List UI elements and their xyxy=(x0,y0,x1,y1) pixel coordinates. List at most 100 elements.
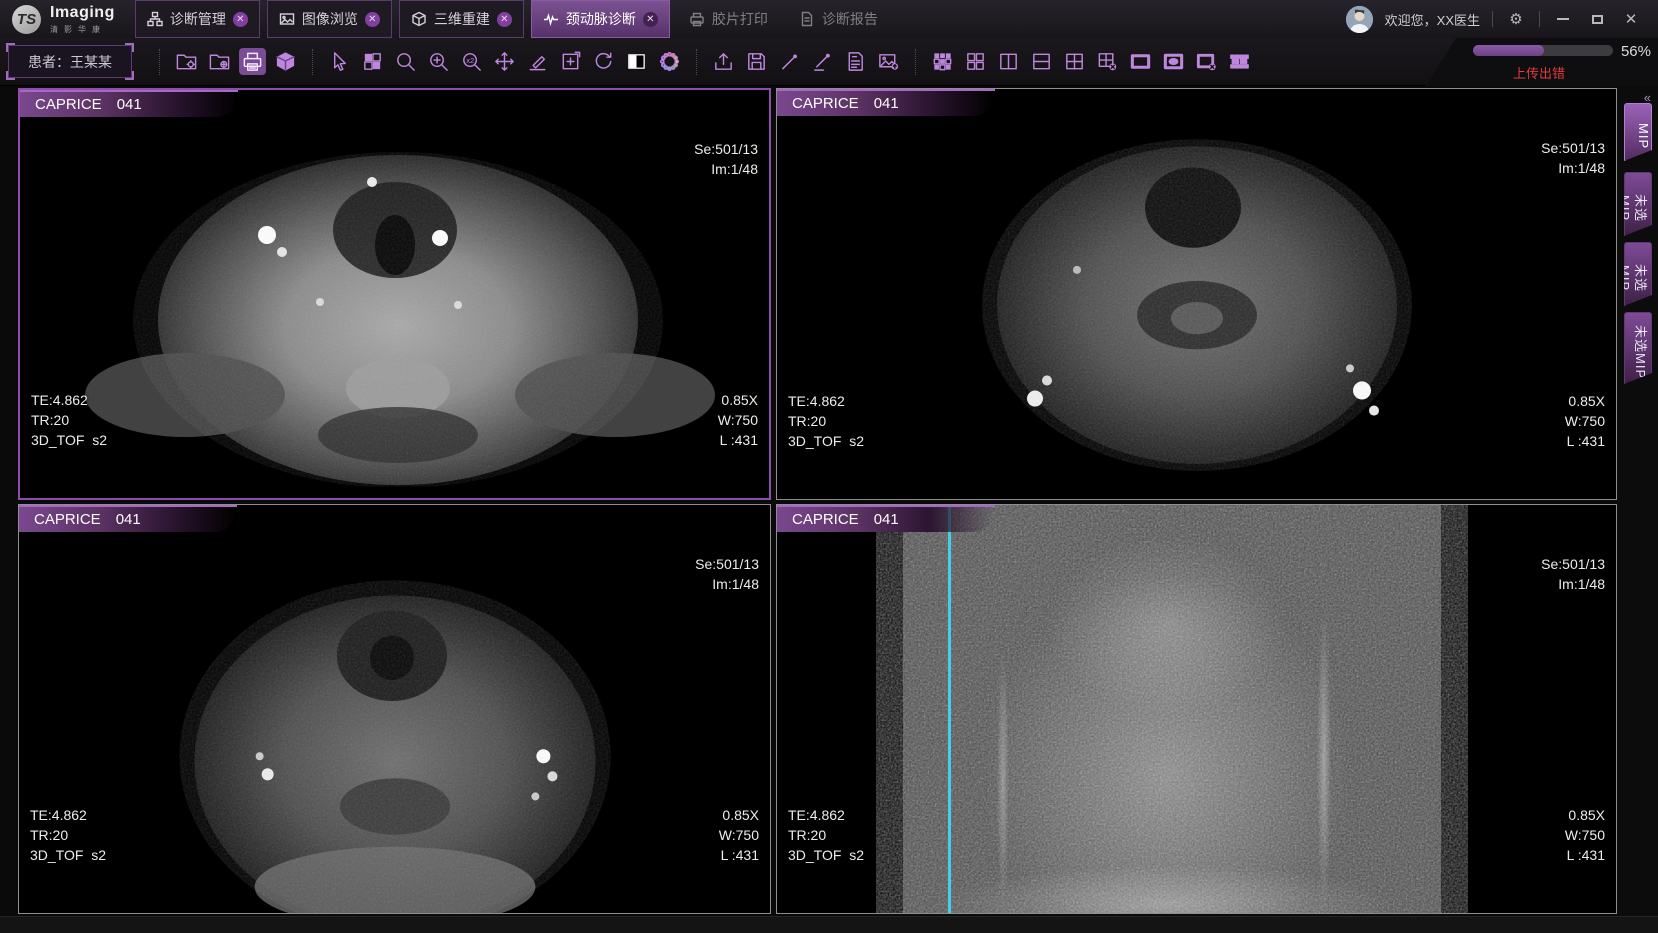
upload-percent: 56% xyxy=(1621,43,1651,60)
close-icon[interactable]: ✕ xyxy=(497,12,512,27)
sidebar-tab-unselected-mip-2[interactable]: 未选MIP xyxy=(1624,242,1652,306)
rect-remove-icon[interactable] xyxy=(1193,48,1220,75)
sidebar-tab-unselected-mip-1[interactable]: 未选MIP xyxy=(1624,172,1652,236)
series-ribbon: CAPRICE 041 xyxy=(20,90,238,117)
overlay-display-info: 0.85XW:750L :431 xyxy=(1565,765,1605,905)
layout-quad-icon[interactable] xyxy=(962,48,989,75)
checkerboard-layout-icon[interactable] xyxy=(359,48,386,75)
tab-label: 颈动脉诊断 xyxy=(566,9,636,29)
add-frame-icon[interactable] xyxy=(557,48,584,75)
overlay-display-info: 0.85XW:750L :431 xyxy=(1565,351,1605,491)
mri-image-mip xyxy=(777,505,1616,913)
overlay-acquisition-info: TE:4.862TR:203D_TOF s2 xyxy=(30,765,106,905)
color-wheel-icon[interactable] xyxy=(656,48,683,75)
image-export-icon[interactable] xyxy=(875,48,902,75)
upload-progress-bar xyxy=(1473,45,1613,56)
viewport-panel-1[interactable]: CAPRICE 041 Se:501/13Im:1/48 TE:4.862TR:… xyxy=(18,88,771,500)
overlay-display-info: 0.85XW:750L :431 xyxy=(719,765,759,905)
series-number: 041 xyxy=(117,96,142,113)
series-title: CAPRICE xyxy=(34,511,101,528)
toolbar: 患者：王某某 x2 xyxy=(0,38,1658,86)
open-folder-add-icon[interactable] xyxy=(206,48,233,75)
rotate-icon[interactable] xyxy=(590,48,617,75)
mri-image-axial-2 xyxy=(777,89,1616,499)
maximize-icon[interactable] xyxy=(1586,8,1608,30)
bottom-strip xyxy=(0,916,1658,933)
sidebar-tab-mip[interactable]: MIP xyxy=(1624,103,1652,161)
sidebar-tab-unselected-mip-3[interactable]: 未选MIP xyxy=(1624,312,1652,384)
tab-film-print: 胶片打印 xyxy=(677,0,780,38)
grid-3x3-icon[interactable] xyxy=(929,48,956,75)
grid-remove-icon[interactable] xyxy=(1094,48,1121,75)
probe-icon[interactable] xyxy=(776,48,803,75)
pan-icon[interactable] xyxy=(491,48,518,75)
series-ribbon: CAPRICE 041 xyxy=(777,89,995,116)
main-tabs: 诊断管理 ✕ 图像浏览 ✕ 三维重建 ✕ 颈动脉诊断 ✕ 胶片打印 xyxy=(135,0,897,38)
titlebar: TS Imaging 清影华康 诊断管理 ✕ 图像浏览 ✕ 三维重建 ✕ xyxy=(0,0,1658,38)
viewport-panel-3[interactable]: CAPRICE 041 Se:501/13Im:1/48 TE:4.862TR:… xyxy=(18,504,771,914)
series-number: 041 xyxy=(874,511,899,528)
measure-pencil-icon[interactable] xyxy=(524,48,551,75)
tab-label: 胶片打印 xyxy=(712,9,768,29)
window-close-icon[interactable]: ✕ xyxy=(1620,8,1642,30)
welcome-text: 欢迎您，XX医生 xyxy=(1385,10,1480,29)
overlay-series-info: Se:501/13Im:1/48 xyxy=(1541,514,1605,634)
magnifier-icon[interactable] xyxy=(392,48,419,75)
tab-carotid-diagnosis[interactable]: 颈动脉诊断 ✕ xyxy=(531,0,670,38)
viewport-panel-2[interactable]: CAPRICE 041 Se:501/13Im:1/48 TE:4.862TR:… xyxy=(776,88,1617,500)
close-icon[interactable]: ✕ xyxy=(233,12,248,27)
tab-diagnosis-report: 诊断报告 xyxy=(787,0,890,38)
tab-label: 诊断报告 xyxy=(822,9,878,29)
tab-image-browse[interactable]: 图像浏览 ✕ xyxy=(267,0,392,38)
probe-line-icon[interactable] xyxy=(809,48,836,75)
patient-label: 患者：王某某 xyxy=(28,52,112,72)
report-add-icon[interactable] xyxy=(842,48,869,75)
overlay-acquisition-info: TE:4.862TR:203D_TOF s2 xyxy=(31,350,107,490)
zoom-in-icon[interactable] xyxy=(425,48,452,75)
overlay-series-info: Se:501/13Im:1/48 xyxy=(695,514,759,634)
print-icon[interactable] xyxy=(239,48,266,75)
collapse-chevrons-icon[interactable]: « xyxy=(1644,90,1649,105)
app-name: Imaging xyxy=(50,4,115,22)
waveform-icon xyxy=(543,11,559,27)
app-logo: TS Imaging 清影华康 xyxy=(0,0,129,38)
upload-icon[interactable] xyxy=(710,48,737,75)
overlay-series-info: Se:501/13Im:1/48 xyxy=(694,99,758,219)
open-folder-settings-icon[interactable] xyxy=(173,48,200,75)
ellipse-roi-icon[interactable] xyxy=(1160,48,1187,75)
save-icon[interactable] xyxy=(743,48,770,75)
layout-rows-icon[interactable] xyxy=(1028,48,1055,75)
rect-roi-icon[interactable] xyxy=(1127,48,1154,75)
report-icon xyxy=(799,11,815,27)
cube-3d-icon[interactable] xyxy=(272,48,299,75)
window-level-icon[interactable] xyxy=(623,48,650,75)
logo-mark-icon: TS xyxy=(12,5,41,34)
close-icon[interactable]: ✕ xyxy=(365,12,380,27)
tab-label: 三维重建 xyxy=(434,9,490,29)
zoom-x2-icon[interactable]: x2 xyxy=(458,48,485,75)
divider xyxy=(1492,11,1493,27)
filmstrip-icon[interactable] xyxy=(1226,48,1253,75)
close-icon[interactable]: ✕ xyxy=(643,12,658,27)
image-icon xyxy=(279,11,295,27)
tab-diagnosis-management[interactable]: 诊断管理 ✕ xyxy=(135,0,260,38)
reference-line xyxy=(948,505,951,913)
layout-grid-icon[interactable] xyxy=(1061,48,1088,75)
overlay-acquisition-info: TE:4.862TR:203D_TOF s2 xyxy=(788,765,864,905)
minimize-icon[interactable] xyxy=(1552,8,1574,30)
viewport-panel-4[interactable]: CAPRICE 041 Se:501/13Im:1/48 TE:4.862TR:… xyxy=(776,504,1617,914)
series-number: 041 xyxy=(874,95,899,112)
layout-columns-icon[interactable] xyxy=(995,48,1022,75)
tab-3d-reconstruction[interactable]: 三维重建 ✕ xyxy=(399,0,524,38)
divider xyxy=(1539,11,1540,27)
series-title: CAPRICE xyxy=(792,511,859,528)
cursor-icon[interactable] xyxy=(326,48,353,75)
printer-icon xyxy=(689,11,705,27)
avatar[interactable] xyxy=(1346,6,1373,33)
user-area: 欢迎您，XX医生 ⚙ ✕ xyxy=(1346,0,1658,38)
mip-sidebar: « MIP 未选MIP 未选MIP 未选MIP xyxy=(1617,86,1658,916)
overlay-acquisition-info: TE:4.862TR:203D_TOF s2 xyxy=(788,351,864,491)
upload-status-area: 56% 上传出错 xyxy=(1426,38,1658,86)
settings-gear-icon[interactable]: ⚙ xyxy=(1505,8,1527,30)
mri-image-axial-3 xyxy=(19,505,770,913)
